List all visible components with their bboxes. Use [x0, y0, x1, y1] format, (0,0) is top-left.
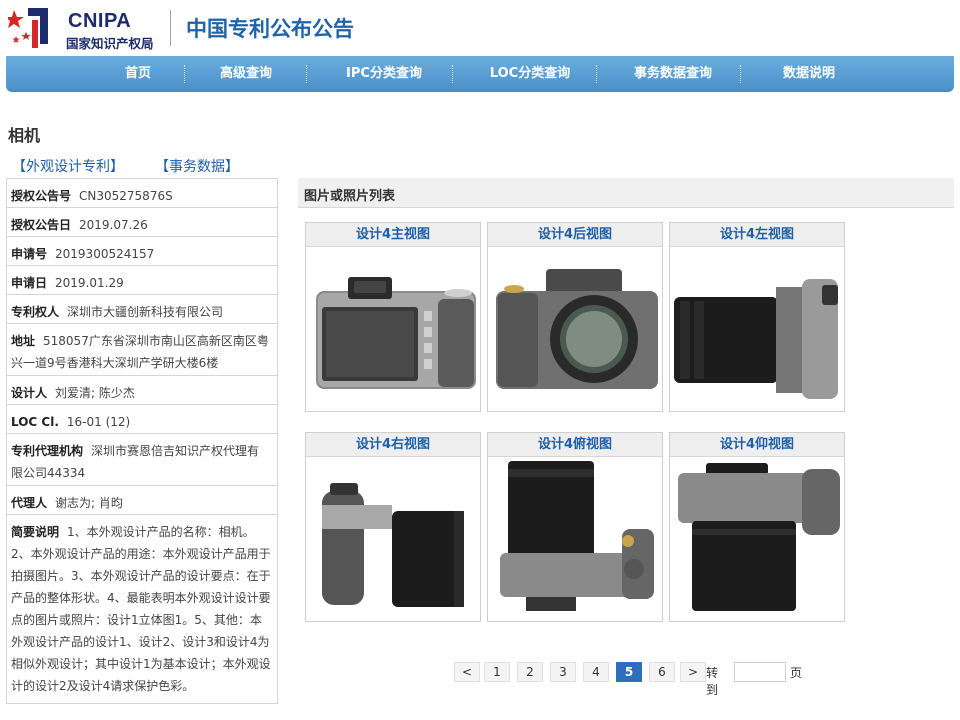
camera-right-view-image[interactable]	[308, 459, 478, 619]
info-label: 设计人	[11, 386, 48, 400]
site-title: 中国专利公布公告	[186, 17, 354, 41]
image-caption[interactable]: 设计4主视图	[306, 223, 480, 247]
nav-divider	[184, 65, 185, 83]
page-button[interactable]: 1	[484, 662, 510, 682]
info-label: LOC Cl.	[11, 415, 59, 429]
info-row: 设计人 刘爱清; 陈少杰	[7, 376, 277, 405]
gallery-header: 图片或照片列表	[298, 178, 954, 208]
info-label: 申请号	[11, 247, 48, 261]
nav-item-transaction-search[interactable]: 事务数据查询	[618, 56, 728, 92]
nav-divider	[306, 65, 307, 83]
cnipa-logo[interactable]: CNIPA 国家知识产权局	[5, 4, 168, 52]
logo-text-agency: 国家知识产权局	[66, 36, 154, 51]
logo-text-cnipa: CNIPA	[68, 10, 132, 32]
main-nav: 首页 高级查询 IPC分类查询 LOC分类查询 事务数据查询 数据说明	[6, 56, 954, 92]
info-value: 谢志为; 肖昀	[55, 496, 123, 510]
info-value: 1、本外观设计产品的名称：相机。2、本外观设计产品的用途：本外观设计产品用于拍摄…	[11, 525, 271, 693]
gallery-title: 图片或照片列表	[304, 189, 396, 204]
camera-left-view-image[interactable]	[672, 249, 842, 409]
info-value: 刘爱清; 陈少杰	[55, 386, 135, 400]
info-row: 地址 518057广东省深圳市南山区高新区南区粤兴一道9号香港科大深圳产学研大楼6…	[7, 324, 277, 376]
info-row: 授权公告日 2019.07.26	[7, 208, 277, 237]
site-header: CNIPA 国家知识产权局 中国专利公布公告	[0, 0, 960, 56]
header-divider	[170, 10, 171, 46]
nav-item-advanced-search[interactable]: 高级查询	[202, 56, 290, 92]
goto-label: 转到	[706, 666, 719, 697]
nav-item-ipc-search[interactable]: IPC分类查询	[324, 56, 444, 92]
info-value: 2019300524157	[55, 247, 155, 261]
detail-links: 【外观设计专利】 【事务数据】	[12, 156, 277, 176]
prev-page-button[interactable]: <	[454, 662, 480, 682]
info-label: 授权公告号	[11, 189, 72, 203]
page-title: 相机	[8, 126, 41, 145]
info-value: 518057广东省深圳市南山区高新区南区粤兴一道9号香港科大深圳产学研大楼6楼	[11, 334, 269, 370]
info-row: 专利代理机构 深圳市赛恩倍吉知识产权代理有限公司44334	[7, 434, 277, 486]
image-card[interactable]: 设计4后视图	[487, 222, 663, 412]
info-row: 专利权人 深圳市大疆创新科技有限公司	[7, 295, 277, 324]
info-value: 2019.07.26	[79, 218, 148, 232]
info-label: 授权公告日	[11, 218, 72, 232]
info-row: 申请号 2019300524157	[7, 237, 277, 266]
patent-info-table: 授权公告号 CN305275876S 授权公告日 2019.07.26 申请号 201…	[6, 178, 278, 704]
image-card[interactable]: 设计4左视图	[669, 222, 845, 412]
nav-item-data-notes[interactable]: 数据说明	[764, 56, 854, 92]
image-caption[interactable]: 设计4后视图	[488, 223, 662, 247]
image-card[interactable]: 设计4主视图	[305, 222, 481, 412]
camera-bottom-view-image[interactable]	[672, 459, 842, 619]
image-card[interactable]: 设计4俯视图	[487, 432, 663, 622]
info-label: 申请日	[11, 276, 48, 290]
info-value: CN305275876S	[79, 189, 173, 203]
info-value: 2019.01.29	[55, 276, 124, 290]
nav-divider	[452, 65, 453, 83]
next-page-button[interactable]: >	[680, 662, 706, 682]
info-row: 简要说明 1、本外观设计产品的名称：相机。2、本外观设计产品的用途：本外观设计产品…	[7, 515, 277, 701]
page-button[interactable]: 4	[583, 662, 609, 682]
image-caption[interactable]: 设计4俯视图	[488, 433, 662, 457]
page-button[interactable]: 6	[649, 662, 675, 682]
nav-divider	[596, 65, 597, 83]
info-row: 代理人 谢志为; 肖昀	[7, 486, 277, 515]
link-design-patent[interactable]: 【外观设计专利】	[12, 159, 124, 175]
camera-front-view-image[interactable]	[308, 249, 478, 409]
info-row: 申请日 2019.01.29	[7, 266, 277, 295]
info-label: 地址	[11, 334, 36, 348]
info-label: 简要说明	[11, 525, 60, 539]
page-button[interactable]: 3	[550, 662, 576, 682]
nav-divider	[740, 65, 741, 83]
image-card[interactable]: 设计4右视图	[305, 432, 481, 622]
info-label: 代理人	[11, 496, 48, 510]
info-value: 16-01 (12)	[66, 415, 131, 429]
goto-page-input[interactable]	[734, 662, 786, 682]
cnipa-emblem-icon	[5, 8, 48, 48]
info-value: 深圳市大疆创新科技有限公司	[67, 305, 224, 319]
image-caption[interactable]: 设计4仰视图	[670, 433, 844, 457]
camera-rear-view-image[interactable]	[490, 249, 660, 409]
image-caption[interactable]: 设计4右视图	[306, 433, 480, 457]
page-button-current[interactable]: 5	[616, 662, 642, 682]
info-label: 专利权人	[11, 305, 60, 319]
image-caption[interactable]: 设计4左视图	[670, 223, 844, 247]
link-transaction-data[interactable]: 【事务数据】	[162, 159, 239, 175]
image-card[interactable]: 设计4仰视图	[669, 432, 845, 622]
info-row: 授权公告号 CN305275876S	[7, 179, 277, 208]
info-row: LOC Cl. 16-01 (12)	[7, 405, 277, 434]
nav-item-home[interactable]: 首页	[102, 56, 174, 92]
info-label: 专利代理机构	[11, 444, 84, 458]
nav-item-loc-search[interactable]: LOC分类查询	[470, 56, 590, 92]
page-button[interactable]: 2	[517, 662, 543, 682]
goto-suffix: 页	[790, 666, 803, 680]
camera-top-view-image[interactable]	[490, 459, 660, 619]
